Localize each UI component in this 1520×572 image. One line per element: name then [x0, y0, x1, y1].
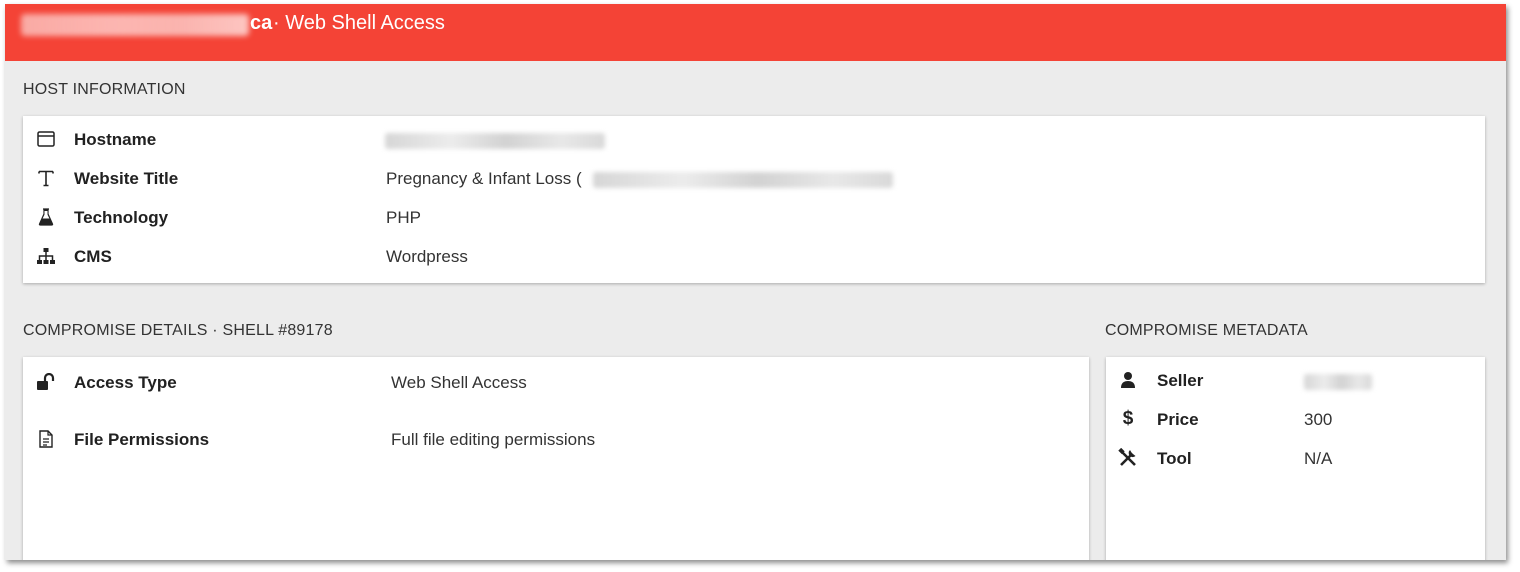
file-document-icon [36, 429, 56, 449]
compromise-details-heading: COMPROMISE DETAILS · SHELL #89178 [23, 322, 333, 339]
host-value-cms: Wordpress [386, 247, 468, 266]
redacted-domain [21, 14, 249, 36]
redacted-seller [1304, 374, 1372, 390]
host-information-card: Hostname Website Title Pregnancy & Infan… [23, 116, 1485, 283]
host-value-technology: PHP [386, 208, 421, 227]
metadata-row-tool: Tool N/A [1106, 447, 1485, 471]
details-label-access-type: Access Type [74, 373, 177, 392]
metadata-label-seller: Seller [1157, 371, 1204, 390]
compromise-details-card: Access Type Web Shell Access File Permis… [23, 357, 1089, 560]
browser-window-icon [36, 129, 56, 149]
title-domain-tld: ca [250, 12, 273, 34]
host-row-hostname: Hostname [23, 128, 1485, 152]
compromise-metadata-heading: COMPROMISE METADATA [1105, 322, 1308, 339]
metadata-row-price: $ Price 300 [1106, 408, 1485, 432]
unlock-icon [36, 372, 56, 392]
web-shell-window: ca · Web Shell Access HOST INFORMATION H… [5, 4, 1506, 560]
sitemap-icon [36, 246, 56, 266]
host-row-cms: CMS Wordpress [23, 245, 1485, 269]
host-value-website-title: Pregnancy & Infant Loss ( [386, 169, 582, 188]
host-row-technology: Technology PHP [23, 206, 1485, 230]
details-row-access-type: Access Type Web Shell Access [23, 371, 1089, 395]
metadata-value-price: 300 [1304, 410, 1333, 429]
details-row-file-permissions: File Permissions Full file editing permi… [23, 428, 1089, 452]
details-value-file-permissions: Full file editing permissions [391, 430, 596, 449]
host-label-hostname: Hostname [74, 130, 157, 149]
metadata-label-price: Price [1157, 410, 1199, 429]
flask-icon [36, 207, 56, 227]
details-value-access-type: Web Shell Access [391, 373, 527, 392]
host-row-website-title: Website Title Pregnancy & Infant Loss ( [23, 167, 1485, 191]
host-label-technology: Technology [74, 208, 169, 227]
dollar-icon: $ [1122, 408, 1134, 429]
user-icon [1118, 370, 1138, 390]
titlebar: ca · Web Shell Access [5, 4, 1506, 61]
compromise-metadata-card: Seller $ Price 300 Tool N/A [1106, 357, 1485, 560]
host-label-website-title: Website Title [74, 169, 179, 188]
metadata-label-tool: Tool [1157, 449, 1192, 468]
metadata-value-tool: N/A [1304, 449, 1333, 468]
redacted-website-title [593, 172, 893, 188]
details-label-file-permissions: File Permissions [74, 430, 210, 449]
text-type-icon [36, 168, 56, 188]
metadata-row-seller: Seller [1106, 369, 1485, 393]
title-suffix: · Web Shell Access [273, 12, 445, 34]
tools-icon [1118, 448, 1138, 468]
redacted-hostname [385, 133, 605, 149]
host-label-cms: CMS [74, 247, 112, 266]
host-information-heading: HOST INFORMATION [23, 81, 186, 98]
